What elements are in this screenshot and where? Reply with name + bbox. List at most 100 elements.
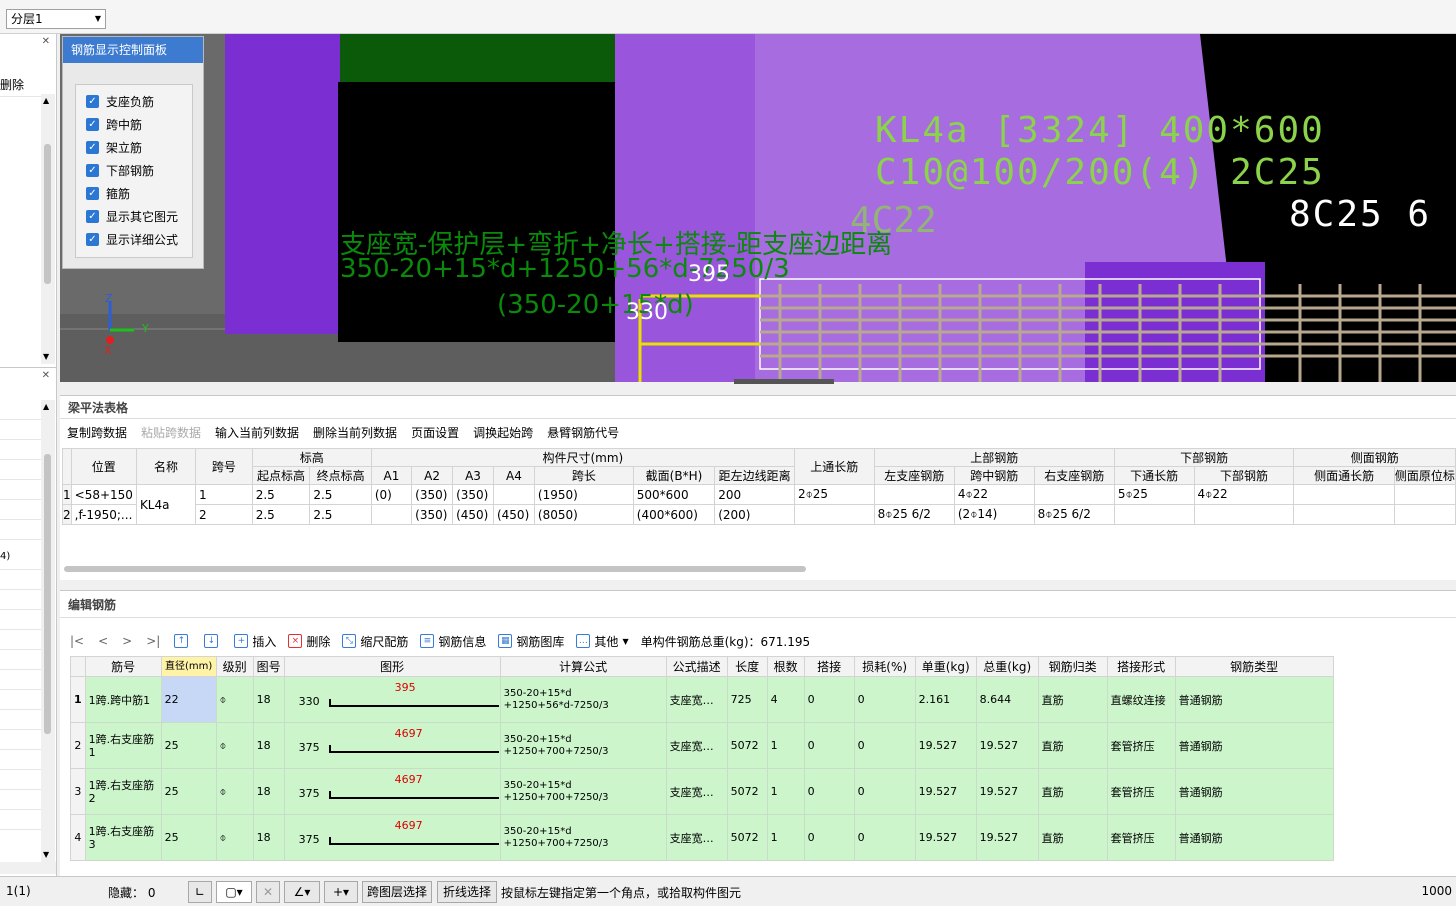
table-row[interactable]: 4 1跨.右支座筋3 25 ⌽ 18 375 4697 350-20+15*d +… [70, 814, 1334, 861]
header-bar-no[interactable]: 筋号 [84, 656, 162, 677]
header-formula-desc[interactable]: 公式描述 [665, 656, 728, 677]
cell-lap[interactable]: 0 [803, 814, 855, 861]
cell-loss[interactable]: 0 [853, 814, 916, 861]
checkbox-checked-icon[interactable]: ✓ [86, 209, 99, 223]
header-bottom-continuous[interactable]: 下通长筋 [1113, 466, 1195, 485]
angle-icon[interactable]: ∠▾ [284, 881, 320, 903]
checkbox-checked-icon[interactable]: ✓ [86, 94, 99, 108]
cell-grade[interactable]: ⌽ [215, 722, 254, 769]
cell-a2[interactable]: (350) [411, 484, 454, 505]
close-icon[interactable]: ✕ [42, 370, 50, 381]
cell-a1[interactable] [370, 504, 413, 525]
orthogonal-icon[interactable]: ∟ [188, 881, 212, 903]
cell-end-elev[interactable]: 2.5 [309, 504, 372, 525]
cell-formula[interactable]: 350-20+15*d +1250+700+7250/3 [499, 814, 667, 861]
cell-diameter[interactable]: 22 [160, 676, 217, 723]
checkbox-checked-icon[interactable]: ✓ [86, 232, 99, 246]
left-scroll-thumb-bottom[interactable] [44, 454, 51, 734]
move-up-icon[interactable]: ↑ [174, 634, 192, 648]
cell-left-offset[interactable]: 200 [714, 484, 795, 505]
cell-shape[interactable]: 375 4697 [283, 768, 501, 815]
cell-grade[interactable]: ⌽ [215, 814, 254, 861]
cell-name[interactable]: KL4a [135, 484, 197, 525]
header-name[interactable]: 名称 [135, 448, 197, 485]
cell-rebar-type[interactable]: 普通钢筋 [1174, 768, 1334, 815]
header-loss[interactable]: 损耗(%) [853, 656, 916, 677]
next-record-icon[interactable]: > [122, 634, 132, 648]
cell-figure-no[interactable]: 18 [252, 722, 285, 769]
select-mode-icon[interactable]: ▢▾ [216, 881, 252, 903]
cell-top-continuous[interactable] [793, 504, 875, 525]
header-side-continuous[interactable]: 侧面通长筋 [1293, 466, 1395, 485]
checkbox-checked-icon[interactable]: ✓ [86, 186, 99, 200]
cell-formula-desc[interactable]: 支座宽… [665, 814, 728, 861]
cell-grade[interactable]: ⌽ [215, 676, 254, 723]
header-top-continuous[interactable]: 上通长筋 [793, 448, 875, 485]
cell-lap-form[interactable]: 套管挤压 [1106, 722, 1176, 769]
option-midspan[interactable]: ✓ 跨中筋 [86, 115, 142, 133]
cell-section[interactable]: 500*600 [632, 484, 716, 505]
cell-left-offset[interactable]: (200) [714, 504, 795, 525]
scroll-up-icon[interactable]: ▲ [43, 96, 49, 105]
cell-rebar-type[interactable]: 普通钢筋 [1174, 676, 1334, 723]
cell-span-length[interactable]: (1950) [533, 484, 634, 505]
scroll-down-icon[interactable]: ▼ [43, 352, 49, 361]
cell-right-support[interactable] [1033, 484, 1115, 505]
cell-lap[interactable]: 0 [803, 768, 855, 815]
cell-formula-desc[interactable]: 支座宽… [665, 676, 728, 723]
scroll-down-icon[interactable]: ▼ [43, 850, 49, 859]
cross-icon[interactable]: ✕ [256, 881, 280, 903]
cell-start-elev[interactable]: 2.5 [251, 504, 311, 525]
header-bottom-rebar[interactable]: 下部钢筋 [1193, 466, 1295, 485]
table-row[interactable]: 3 1跨.右支座筋2 25 ⌽ 18 375 4697 350-20+15*d +… [70, 768, 1334, 815]
header-grade[interactable]: 级别 [215, 656, 254, 677]
header-span-length[interactable]: 跨长 [533, 466, 634, 485]
cell-side-original[interactable] [1393, 504, 1456, 525]
rebar-library-button[interactable]: ▦ 钢筋图库 [498, 633, 564, 650]
cell-bottom-continuous[interactable] [1113, 504, 1195, 525]
cell-diameter[interactable]: 25 [160, 814, 217, 861]
option-show-other[interactable]: ✓ 显示其它图元 [86, 207, 178, 225]
header-category[interactable]: 钢筋归类 [1037, 656, 1108, 677]
cell-shape[interactable]: 330 395 [283, 676, 501, 723]
header-right-support[interactable]: 右支座钢筋 [1033, 466, 1115, 485]
cell-unit-weight[interactable]: 19.527 [914, 768, 977, 815]
cell-unit-weight[interactable]: 2.161 [914, 676, 977, 723]
delete-link[interactable]: 删除 [0, 76, 24, 93]
cell-bar-no[interactable]: 1跨.右支座筋2 [84, 768, 162, 815]
snap-icon[interactable]: +▾ [324, 881, 358, 903]
cell-side-original[interactable] [1393, 484, 1456, 505]
cell-bar-no[interactable]: 1跨.右支座筋1 [84, 722, 162, 769]
cell-lap-form[interactable]: 套管挤压 [1106, 814, 1176, 861]
delete-column-button[interactable]: 删除当前列数据 [306, 422, 404, 444]
cross-layer-select-button[interactable]: 跨图层选择 [362, 881, 432, 903]
cell-end-elev[interactable]: 2.5 [309, 484, 372, 505]
cell-figure-no[interactable]: 18 [252, 814, 285, 861]
header-shape[interactable]: 图形 [283, 656, 501, 677]
cell-total-weight[interactable]: 8.644 [975, 676, 1039, 723]
table-row[interactable]: 2 ,f-1950;... 2 2.5 2.5 (350) (450) (450… [62, 504, 1456, 525]
cell-rebar-type[interactable]: 普通钢筋 [1174, 722, 1334, 769]
header-a3[interactable]: A3 [452, 466, 494, 485]
cell-loss[interactable]: 0 [853, 676, 916, 723]
cell-count[interactable]: 1 [766, 814, 805, 861]
cell-section[interactable]: (400*600) [632, 504, 716, 525]
cell-loss[interactable]: 0 [853, 768, 916, 815]
cell-count[interactable]: 1 [766, 722, 805, 769]
paste-span-button[interactable]: 粘贴跨数据 [134, 422, 208, 444]
checkbox-checked-icon[interactable]: ✓ [86, 117, 99, 131]
header-a2[interactable]: A2 [411, 466, 454, 485]
header-span-no[interactable]: 跨号 [195, 448, 253, 485]
cell-total-weight[interactable]: 19.527 [975, 814, 1039, 861]
option-bottom-bar[interactable]: ✓ 下部钢筋 [86, 161, 154, 179]
header-side-original[interactable]: 侧面原位标 [1393, 466, 1456, 485]
cell-span-length[interactable]: (8050) [533, 504, 634, 525]
table-row[interactable]: 2 1跨.右支座筋1 25 ⌽ 18 375 4697 350-20+15*d +… [70, 722, 1334, 769]
header-midspan[interactable]: 跨中钢筋 [953, 466, 1035, 485]
cell-lap[interactable]: 0 [803, 676, 855, 723]
layer-select[interactable]: 分层1 ▼ [6, 9, 106, 29]
cell-unit-weight[interactable]: 19.527 [914, 814, 977, 861]
header-a4[interactable]: A4 [492, 466, 535, 485]
cell-length[interactable]: 5072 [726, 814, 768, 861]
cell-span-no[interactable]: 1 [195, 484, 253, 505]
